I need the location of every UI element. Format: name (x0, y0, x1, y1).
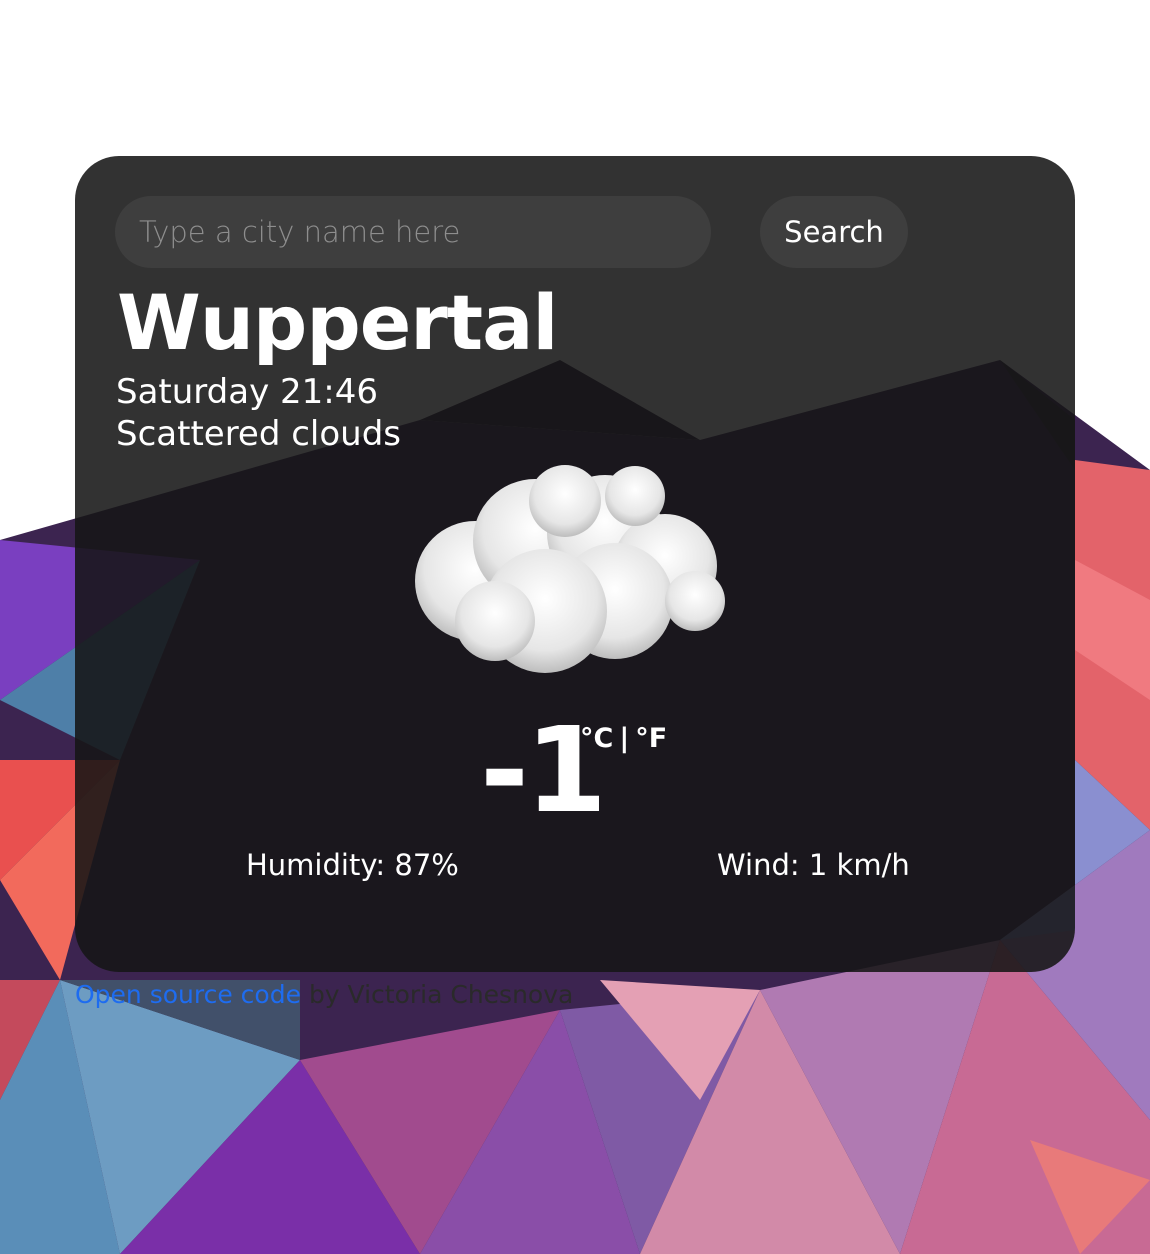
day-time: Saturday 21:46 (116, 372, 379, 412)
city-search-input[interactable] (115, 196, 711, 268)
unit-separator: | (619, 723, 630, 754)
celsius-link[interactable]: °C (580, 723, 613, 754)
weather-description: Scattered clouds (116, 414, 402, 454)
open-source-link[interactable]: Open source code (75, 980, 301, 1009)
search-button[interactable]: Search (760, 196, 908, 268)
wind-speed: Wind: 1 km/h (717, 848, 910, 882)
weather-card: Search Wuppertal Saturday 21:46 Scattere… (75, 156, 1075, 972)
cloud-icon (415, 465, 725, 673)
footer-credit: Open source code by Victoria Chesnova (75, 980, 573, 1009)
author-credit: by Victoria Chesnova (308, 980, 574, 1009)
fahrenheit-link[interactable]: °F (635, 723, 667, 754)
city-name: Wuppertal (117, 278, 558, 367)
unit-switch: °C | °F (580, 723, 667, 754)
humidity: Humidity: 87% (246, 848, 459, 882)
